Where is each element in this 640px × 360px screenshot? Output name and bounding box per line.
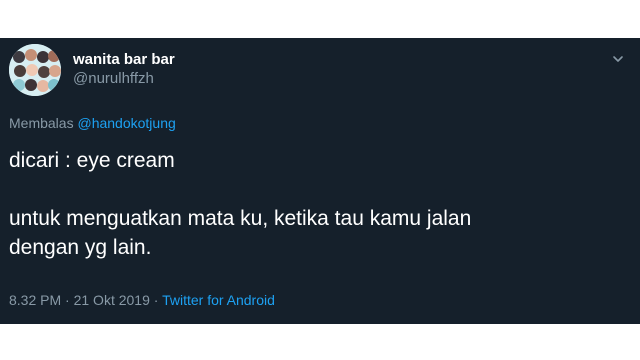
avatar-collage-image: [9, 44, 61, 96]
user-handle[interactable]: @nurulhffzh: [73, 70, 154, 87]
reply-mention-link[interactable]: @handokotjung: [77, 115, 175, 131]
tweet-source-link[interactable]: Twitter for Android: [162, 292, 275, 308]
tweet-metadata: 8.32 PM · 21 Okt 2019 · Twitter for Andr…: [9, 292, 275, 308]
tweet-card: wanita bar bar @nurulhffzh Membalas @han…: [0, 38, 640, 324]
separator-dot: ·: [153, 292, 159, 308]
tweet-text-line: untuk menguatkan mata ku, ketika tau kam…: [9, 207, 472, 230]
tweet-time[interactable]: 8.32 PM: [9, 292, 61, 308]
reply-context: Membalas @handokotjung: [9, 115, 176, 131]
display-name[interactable]: wanita bar bar: [73, 51, 175, 68]
avatar[interactable]: [9, 44, 61, 96]
tweet-text: dicari : eye cream untuk menguatkan mata…: [9, 146, 609, 262]
tweet-text-line: dengan yg lain.: [9, 236, 152, 259]
reply-prefix: Membalas: [9, 115, 74, 131]
tweet-date[interactable]: 21 Okt 2019: [74, 292, 150, 308]
tweet-text-line: dicari : eye cream: [9, 149, 175, 172]
chevron-down-icon[interactable]: [611, 52, 625, 66]
separator-dot: ·: [65, 292, 70, 308]
